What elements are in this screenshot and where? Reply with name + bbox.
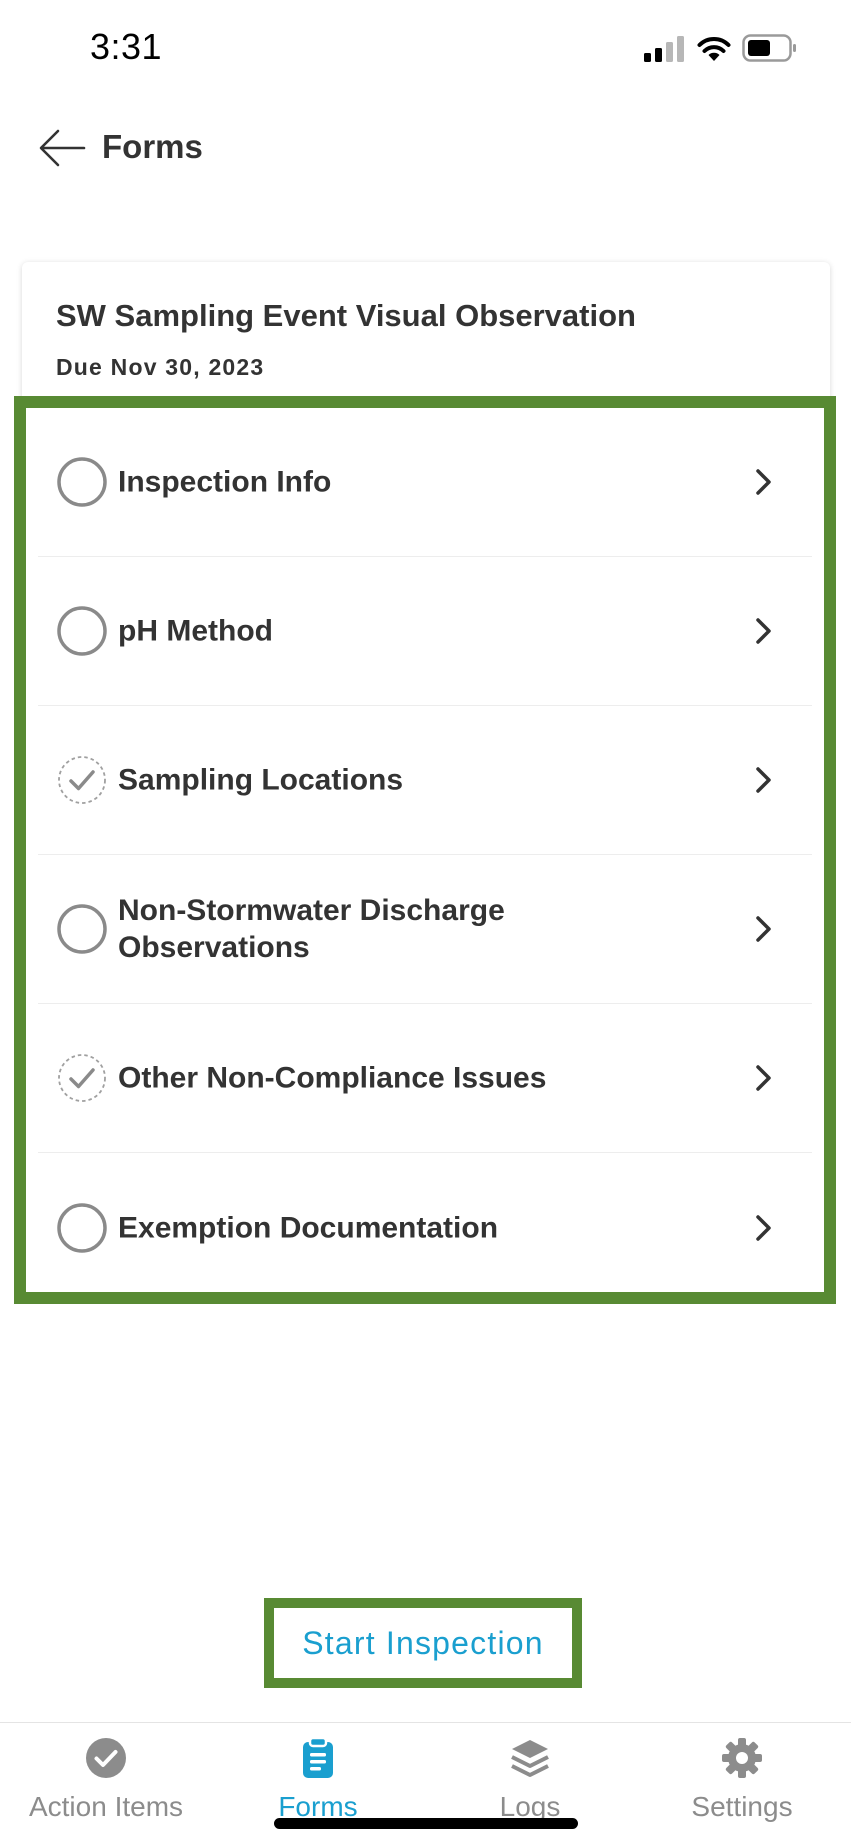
section-item-other-non-compliance[interactable]: Other Non-Compliance Issues <box>38 1004 812 1153</box>
section-label: Exemption Documentation <box>118 1211 499 1244</box>
chevron-right-icon <box>756 1214 771 1241</box>
tab-settings[interactable]: Settings <box>636 1723 848 1842</box>
status-time: 3:31 <box>90 26 163 67</box>
chevron-right-icon <box>756 767 771 793</box>
section-label: Inspection Info <box>118 465 332 499</box>
form-due-date: Due Nov 30, 2023 <box>56 354 265 380</box>
empty-circle-icon <box>57 1202 107 1253</box>
start-inspection-button[interactable]: Start Inspection <box>264 1598 582 1688</box>
section-item-sampling-locations[interactable]: Sampling Locations <box>38 706 812 855</box>
gear-icon <box>722 1738 762 1778</box>
dashed-check-circle-icon <box>58 1054 106 1102</box>
check-circle-icon <box>86 1738 126 1778</box>
empty-circle-icon <box>57 606 107 656</box>
tab-label: Settings <box>691 1791 793 1822</box>
wifi-icon <box>697 37 731 61</box>
tab-action-items[interactable]: Action Items <box>0 1723 212 1842</box>
section-list: Inspection Info pH Method Sampling Locat… <box>14 396 836 1304</box>
layers-icon <box>511 1740 549 1777</box>
signal-icon <box>644 36 684 62</box>
section-label: Sampling Locations <box>118 763 404 797</box>
section-label: Other Non-Compliance Issues <box>118 1061 547 1095</box>
chevron-right-icon <box>756 618 771 644</box>
back-button[interactable] <box>36 126 88 170</box>
section-item-inspection-info[interactable]: Inspection Info <box>38 408 812 557</box>
section-item-ph-method[interactable]: pH Method <box>38 557 812 706</box>
section-label: pH Method <box>118 614 273 648</box>
section-label: Non-Stormwater Discharge Observations <box>118 894 505 964</box>
page-title: Forms <box>102 128 203 165</box>
forms-screen: 3:31 Forms SW Sampling Event Visual Obse… <box>0 0 851 1842</box>
arrow-left-icon <box>39 129 86 167</box>
section-item-exemption-documentation[interactable]: Exemption Documentation <box>38 1153 812 1302</box>
section-item-non-stormwater-discharge[interactable]: Non-Stormwater Discharge Observations <box>38 855 812 1004</box>
home-indicator <box>274 1818 578 1829</box>
clipboard-icon <box>303 1737 333 1778</box>
battery-icon <box>742 34 796 62</box>
tab-label: Action Items <box>28 1791 184 1822</box>
form-title: SW Sampling Event Visual Observation <box>56 298 636 333</box>
start-inspection-label: Start Inspection <box>302 1624 544 1661</box>
chevron-right-icon <box>756 916 771 942</box>
empty-circle-icon <box>57 904 107 954</box>
dashed-check-circle-icon <box>58 756 106 804</box>
empty-circle-icon <box>57 457 107 507</box>
chevron-right-icon <box>756 469 771 495</box>
chevron-right-icon <box>756 1065 771 1091</box>
